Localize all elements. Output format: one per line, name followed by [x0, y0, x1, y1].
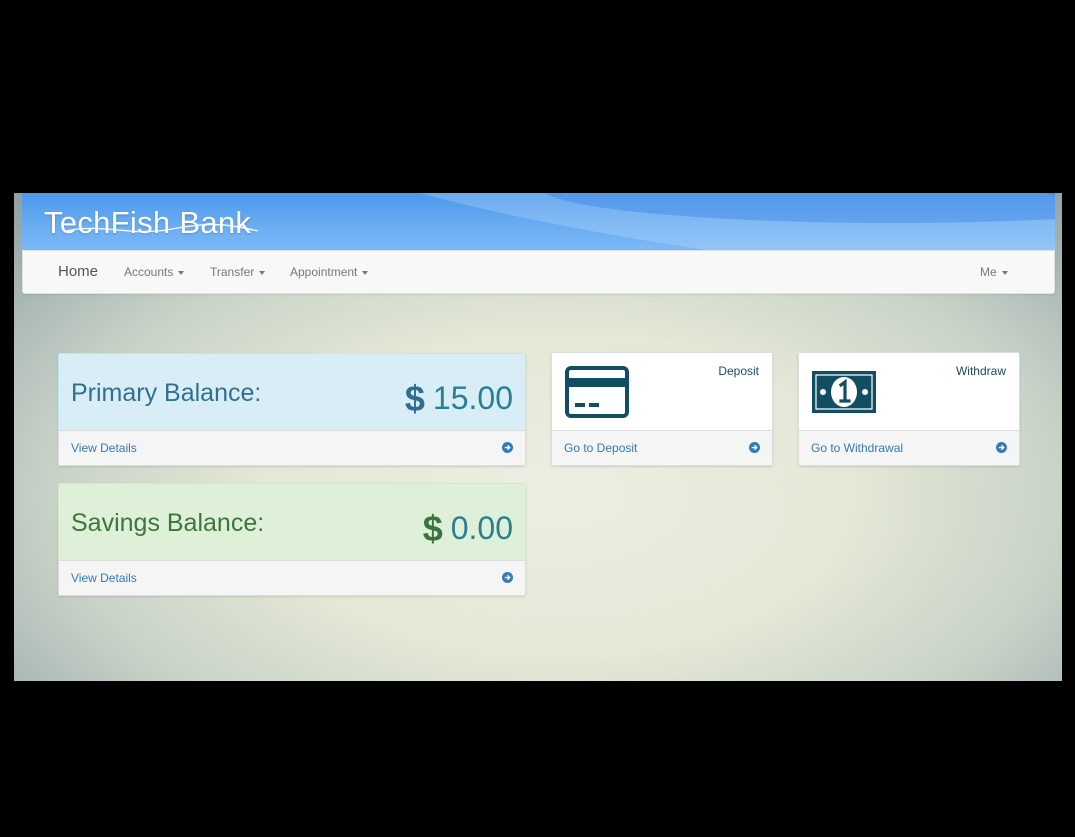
deposit-title: Deposit	[718, 364, 759, 378]
nav-me-dropdown[interactable]: Me	[980, 251, 1008, 293]
primary-view-details-link[interactable]: View Details	[58, 430, 526, 466]
brand-fish-line	[65, 223, 259, 233]
go-to-deposit-link[interactable]: Go to Deposit	[551, 430, 773, 466]
savings-balance-panel: Savings Balance: $0.00 View Details	[58, 483, 526, 596]
primary-balance-value: 15.00	[432, 380, 513, 416]
go-to-deposit-label: Go to Deposit	[564, 441, 638, 455]
caret-down-icon	[259, 270, 266, 275]
go-to-withdrawal-link[interactable]: Go to Withdrawal	[798, 430, 1020, 466]
primary-balance-amount: $15.00	[405, 378, 513, 420]
deposit-panel: Deposit Go to Deposit	[551, 352, 773, 466]
nav-me-label: Me	[980, 265, 997, 279]
view-details-label: View Details	[71, 441, 137, 455]
arrow-circle-right-icon	[996, 442, 1007, 453]
nav-accounts-dropdown[interactable]: Accounts	[124, 251, 185, 293]
arrow-circle-right-icon	[502, 442, 513, 453]
nav-transfer-dropdown[interactable]: Transfer	[210, 251, 266, 293]
navbar: Home Accounts Transfer Appointment Me	[22, 250, 1055, 294]
currency-symbol: $	[404, 378, 425, 419]
arrow-circle-right-icon	[502, 572, 513, 583]
credit-card-icon	[565, 366, 629, 418]
nav-home[interactable]: Home	[58, 251, 98, 293]
nav-transfer-label: Transfer	[210, 265, 255, 279]
view-details-label: View Details	[71, 571, 137, 585]
primary-balance-label: Primary Balance:	[71, 379, 262, 407]
withdraw-header: Withdraw	[798, 352, 1020, 430]
app-window: TechFish Bank Home Accounts Transfer App…	[14, 193, 1062, 681]
currency-symbol: $	[422, 508, 443, 549]
header-banner: TechFish Bank	[22, 193, 1055, 250]
primary-balance-header: Primary Balance: $15.00	[58, 353, 526, 430]
nav-accounts-label: Accounts	[124, 265, 174, 279]
savings-balance-header: Savings Balance: $0.00	[58, 483, 526, 560]
caret-down-icon	[178, 270, 185, 275]
savings-view-details-link[interactable]: View Details	[58, 560, 526, 596]
savings-balance-label: Savings Balance:	[71, 509, 265, 537]
caret-down-icon	[1001, 270, 1008, 275]
nav-appointment-label: Appointment	[290, 265, 358, 279]
primary-balance-panel: Primary Balance: $15.00 View Details	[58, 353, 526, 466]
savings-balance-value: 0.00	[450, 510, 513, 546]
withdraw-panel: Withdraw Go to Withdrawal	[798, 352, 1020, 466]
deposit-header: Deposit	[551, 352, 773, 430]
arrow-circle-right-icon	[749, 442, 760, 453]
nav-appointment-dropdown[interactable]: Appointment	[290, 251, 369, 293]
money-bill-icon	[812, 371, 876, 413]
caret-down-icon	[362, 270, 369, 275]
go-to-withdrawal-label: Go to Withdrawal	[811, 441, 904, 455]
savings-balance-amount: $0.00	[423, 508, 513, 550]
withdraw-title: Withdraw	[955, 364, 1006, 378]
